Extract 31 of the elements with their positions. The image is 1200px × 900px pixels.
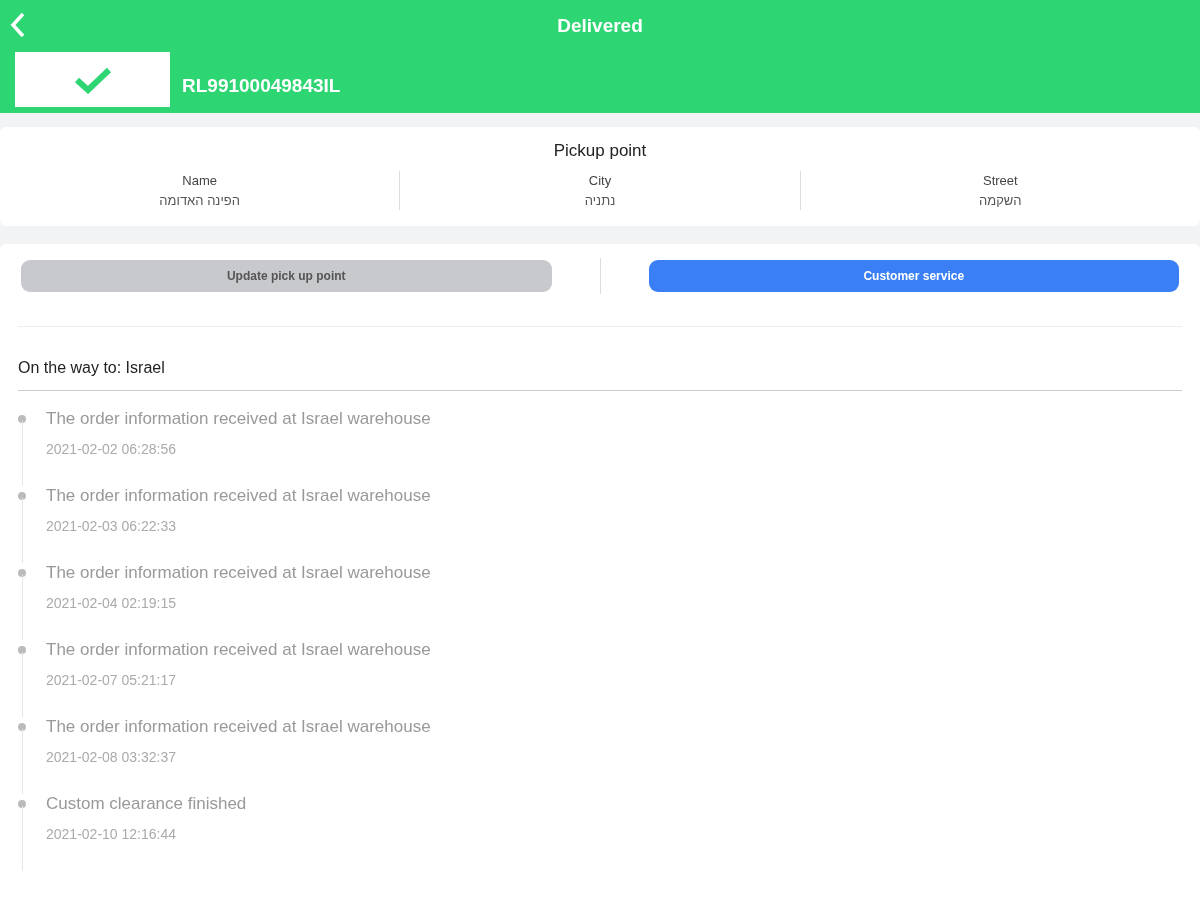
service-button[interactable]: Customer service [648, 260, 1179, 292]
timeline-dot [18, 723, 26, 731]
timeline-dot [18, 492, 26, 500]
event-time: 2021-02-07 05:21:17 [46, 672, 177, 688]
timeline-dot [18, 800, 26, 808]
field-value: השקמה [979, 193, 1022, 208]
event-time: 2021-02-04 02:19:15 [46, 595, 177, 611]
event-time: 2021-02-03 06:22:33 [46, 518, 177, 534]
event-text: The order information received at Israel warehouse [46, 409, 431, 429]
tracking-number: RL99100049843IL [182, 75, 341, 97]
event-text: The order information received at Israel warehouse [46, 717, 431, 737]
timeline-dot [18, 646, 26, 654]
event-time: 2021-02-08 03:32:37 [46, 749, 177, 765]
event-text: The order information received at Israel warehouse [46, 640, 431, 660]
checkmark-icon [73, 65, 112, 94]
event-time: 2021-02-10 12:16:44 [46, 826, 177, 842]
event-time: 2021-02-02 06:28:56 [46, 441, 177, 457]
route-label: On the way to: Israel [18, 327, 1182, 391]
event-text: The order information received at Israel warehouse [46, 486, 431, 506]
field-value: נתניה [584, 193, 616, 208]
timeline-dot [18, 569, 26, 577]
timeline-dot [18, 415, 26, 423]
event-text: Custom clearance finished [46, 794, 247, 814]
field-label: Street [982, 173, 1018, 188]
field-label: Name [182, 173, 217, 188]
back-icon[interactable] [10, 12, 26, 38]
field-label: City [588, 173, 612, 188]
field-value: הפינה האדומה [159, 193, 240, 208]
page-title: Delivered [557, 15, 643, 37]
pickup-title: Pickup point [552, 141, 648, 161]
event-text: The order information received at Israel warehouse [46, 563, 431, 583]
